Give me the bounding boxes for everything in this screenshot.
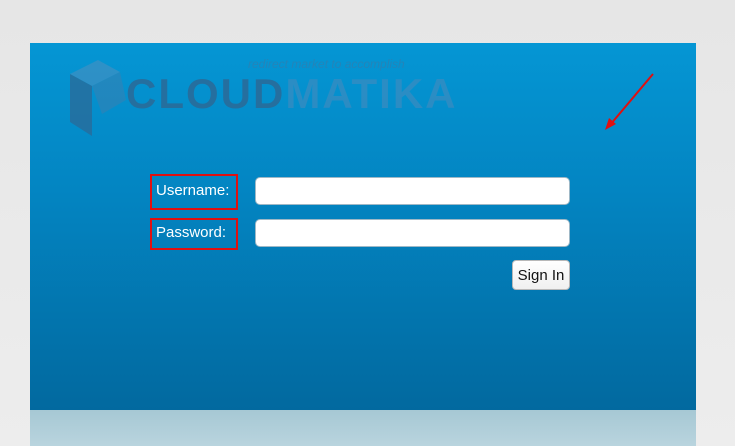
annotation-arrow-icon [605, 73, 654, 130]
cloudmatika-logo: redirect market to accomplish CLOUDMATIK… [68, 55, 456, 140]
username-input[interactable] [255, 177, 570, 205]
password-label-text: Password: [156, 224, 227, 241]
login-panel-footer [30, 410, 696, 446]
username-label: Username: [150, 174, 238, 210]
username-label-text: Username: [156, 182, 230, 199]
logo-word-matika: MATIKA [285, 70, 458, 117]
logo-tagline: redirect market to accomplish [248, 57, 405, 71]
logo-word-cloud: CLOUD [126, 70, 286, 117]
password-label: Password: [150, 218, 238, 250]
password-input[interactable] [255, 219, 570, 247]
logo-wordmark: CLOUDMATIKA [126, 73, 458, 115]
sign-in-button[interactable]: Sign In [512, 260, 570, 290]
logo-mark-icon [70, 60, 126, 136]
